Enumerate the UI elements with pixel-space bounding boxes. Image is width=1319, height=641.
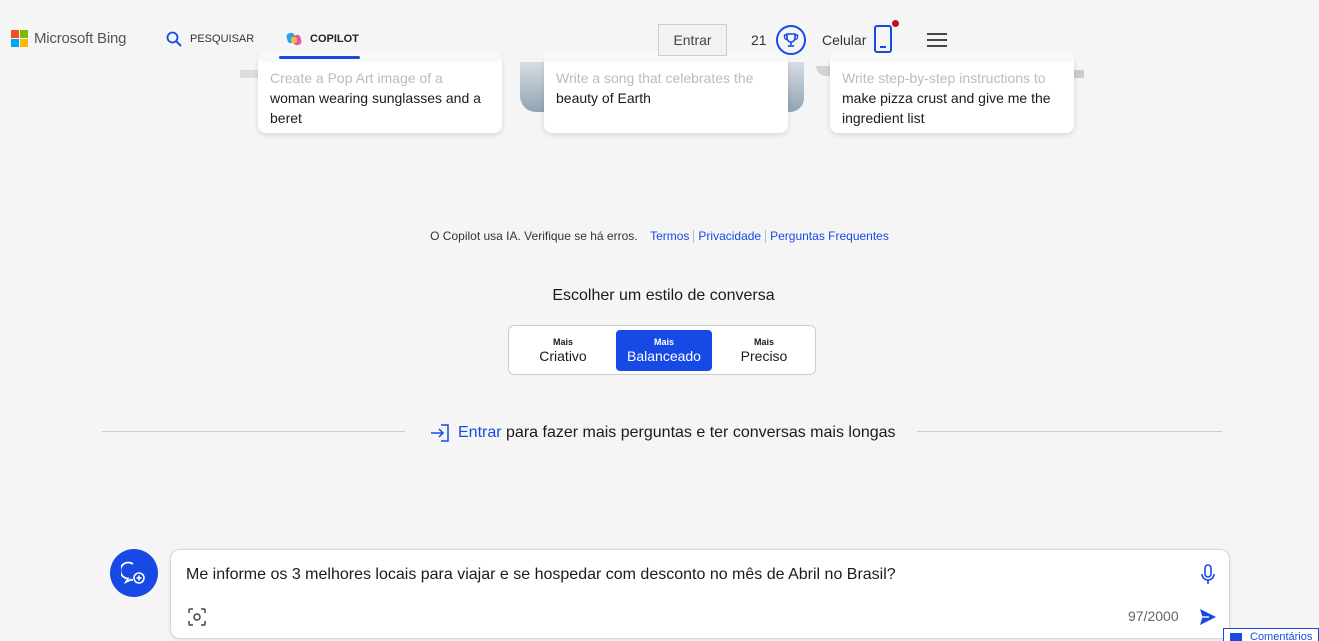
suggestion-card-text: make pizza crust and give me the ingredi… (842, 90, 1051, 126)
suggestion-card-faded-text: Write a song that celebrates the (556, 70, 754, 86)
nav-search-label: PESQUISAR (190, 33, 255, 45)
privacy-link[interactable]: Privacidade (698, 229, 761, 243)
style-option-prefix: Mais (653, 336, 674, 347)
divider (765, 230, 767, 244)
ai-disclaimer: O Copilot usa IA. Verifique se há erros.… (0, 229, 1319, 244)
card-image-decoration (786, 62, 804, 112)
microsoft-logo-icon (11, 30, 28, 47)
active-tab-indicator (279, 56, 360, 59)
card-edge-decoration (816, 66, 830, 76)
notification-dot (892, 20, 899, 27)
faq-link[interactable]: Perguntas Frequentes (770, 229, 889, 243)
trophy-icon (783, 33, 799, 47)
suggestion-card[interactable]: Write step-by-step instructions to make … (830, 50, 1074, 133)
style-option-creative[interactable]: Mais Criativo (515, 330, 611, 371)
style-option-precise[interactable]: Mais Preciso (716, 330, 812, 371)
mic-icon[interactable] (1200, 564, 1216, 586)
new-topic-button[interactable] (110, 549, 158, 597)
disclaimer-text: O Copilot usa IA. Verifique se há erros. (430, 229, 638, 243)
signin-link[interactable]: Entrar (458, 424, 502, 441)
rewards-points[interactable]: 21 (751, 32, 767, 48)
signin-prompt: Entrar para fazer mais perguntas e ter c… (430, 424, 896, 442)
style-option-label: Balanceado (627, 347, 701, 364)
mobile-label[interactable]: Celular (822, 32, 866, 48)
divider (693, 230, 695, 244)
menu-icon[interactable] (927, 33, 947, 47)
rewards-trophy-button[interactable] (776, 25, 806, 55)
conversation-style-selector: Mais Criativo Mais Balanceado Mais Preci… (508, 325, 816, 375)
suggestion-card-text: woman wearing sunglasses and a beret (270, 90, 481, 126)
search-icon (166, 31, 182, 47)
image-search-icon[interactable] (188, 608, 206, 626)
microsoft-bing-logo[interactable]: Microsoft Bing (11, 30, 126, 47)
chat-input-box[interactable]: Me informe os 3 melhores locais para via… (170, 549, 1230, 639)
conversation-style-title: Escolher um estilo de conversa (552, 287, 775, 304)
new-topic-icon (121, 561, 145, 585)
send-icon[interactable] (1198, 607, 1218, 627)
suggestion-card-faded-text: Write step-by-step instructions to (842, 70, 1046, 86)
suggestion-card[interactable]: Write a song that celebrates the beauty … (544, 50, 788, 133)
card-edge-decoration (1074, 70, 1084, 78)
copilot-icon (286, 32, 302, 46)
style-option-prefix: Mais (753, 336, 774, 347)
style-option-label: Preciso (740, 347, 788, 364)
suggestion-card-faded-text: Create a Pop Art image of a (270, 70, 443, 86)
logo-text: Microsoft Bing (34, 30, 127, 47)
card-edge-decoration (240, 70, 260, 78)
top-header: Microsoft Bing PESQUISAR COPILOT Entrar … (0, 0, 1319, 62)
signin-prompt-text: para fazer mais perguntas e ter conversa… (506, 424, 896, 441)
style-option-balanced[interactable]: Mais Balanceado (616, 330, 712, 371)
feedback-button[interactable]: Comentários (1223, 628, 1319, 641)
terms-link[interactable]: Termos (650, 229, 689, 243)
character-counter: 97/2000 (1128, 608, 1179, 624)
signin-button[interactable]: Entrar (658, 24, 727, 56)
suggestion-card-text: beauty of Earth (556, 90, 651, 106)
phone-icon[interactable] (874, 25, 892, 53)
divider (917, 431, 1222, 432)
divider (102, 431, 405, 432)
style-option-prefix: Mais (552, 336, 573, 347)
nav-copilot-label: COPILOT (310, 33, 359, 45)
nav-search[interactable]: PESQUISAR (166, 31, 254, 47)
suggestion-card[interactable]: Create a Pop Art image of a woman wearin… (258, 50, 502, 133)
signin-arrow-icon (431, 424, 449, 442)
chat-input[interactable]: Me informe os 3 melhores locais para via… (186, 566, 896, 584)
style-option-label: Criativo (539, 347, 587, 364)
nav-copilot[interactable]: COPILOT (286, 31, 359, 47)
